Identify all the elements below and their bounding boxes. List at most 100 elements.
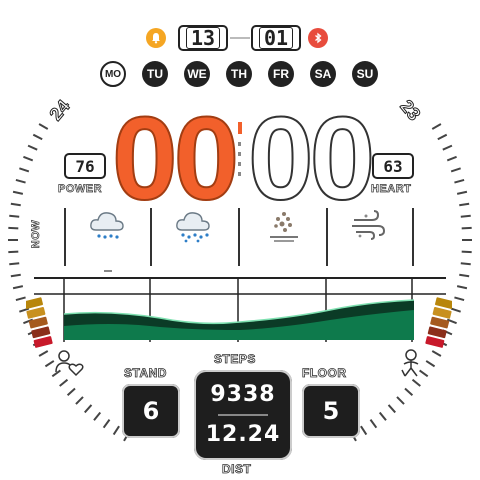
weather-now-label: NOW — [30, 219, 43, 249]
tick-mark — [12, 285, 24, 290]
windy-icon — [352, 210, 386, 240]
tick-mark — [12, 190, 24, 195]
month-value: 01 — [258, 27, 294, 49]
tick-mark — [27, 144, 38, 151]
left-battery-gauge — [26, 297, 53, 348]
tick-mark — [23, 155, 34, 162]
tick-mark — [425, 360, 436, 368]
tick-mark — [66, 387, 76, 396]
colon-dot-3 — [238, 162, 241, 166]
tick-mark — [360, 425, 368, 436]
tick-mark — [461, 250, 472, 254]
colon-top — [238, 122, 242, 134]
tick-mark — [9, 262, 20, 266]
tick-mark — [84, 404, 93, 414]
time-minutes: 00 — [247, 93, 376, 225]
distance-value: 12.24 — [205, 422, 281, 447]
weekday-row: MO TU WE TH FR SA SU — [100, 61, 384, 87]
tick-mark — [32, 133, 43, 141]
tick-mark — [15, 178, 26, 184]
tick-mark — [460, 214, 471, 218]
tick-mark — [454, 178, 465, 184]
weekday-mo: MO — [100, 61, 126, 87]
tick-mark — [9, 214, 20, 218]
heart-value: 63 — [383, 156, 403, 176]
power-label: POWER — [58, 183, 103, 196]
colon-dot-2 — [238, 152, 241, 156]
heart-box[interactable]: 63 — [372, 153, 414, 179]
tick-mark — [460, 262, 471, 266]
tick-mark — [59, 378, 69, 387]
tick-mark — [456, 190, 468, 195]
steps-label: STEPS — [214, 352, 256, 367]
steps-distance-box[interactable]: 9338 12.24 — [194, 370, 292, 460]
weather-divider — [326, 208, 328, 266]
stand-label: STAND — [124, 366, 167, 381]
rain-cloud-icon — [90, 212, 124, 239]
tick-mark — [8, 226, 19, 230]
tick-mark — [450, 307, 461, 313]
tick-mark — [44, 360, 55, 368]
heavy-rain-cloud-icon — [176, 212, 210, 243]
tick-mark — [93, 411, 102, 421]
tick-mark — [75, 396, 84, 405]
power-value: 76 — [75, 156, 95, 176]
tick-mark — [102, 419, 111, 429]
bluetooth-icon[interactable] — [308, 28, 328, 48]
tick-mark — [10, 273, 21, 278]
tick-mark — [442, 144, 453, 151]
tick-mark — [437, 133, 448, 141]
month-display: 01 — [251, 25, 301, 51]
weather-divider — [412, 208, 414, 266]
activity-graph — [34, 277, 446, 342]
tick-mark — [404, 387, 414, 396]
weekday-fr: FR — [268, 61, 294, 87]
tick-mark — [459, 202, 470, 207]
tick-mark — [15, 296, 26, 302]
weekday-su: SU — [352, 61, 378, 87]
stand-box[interactable]: 6 — [122, 384, 180, 438]
power-box[interactable]: 76 — [64, 153, 106, 179]
steps-value: 9338 — [210, 382, 276, 407]
floor-box[interactable]: 5 — [302, 384, 360, 438]
tick-mark — [459, 273, 470, 278]
date-value: 13 — [185, 27, 221, 49]
tick-mark — [10, 202, 21, 207]
tick-mark — [461, 226, 472, 230]
time-hours: 00 — [111, 93, 240, 225]
distance-label: DIST — [222, 462, 252, 477]
tick-mark — [456, 285, 468, 290]
tick-mark — [8, 250, 19, 254]
alarm-icon[interactable] — [146, 28, 166, 48]
floor-value: 5 — [322, 397, 340, 425]
weather-divider — [150, 208, 152, 266]
tick-mark — [431, 123, 442, 130]
weather-divider — [64, 208, 66, 266]
weekday-we: WE — [184, 61, 210, 87]
dust-icon — [270, 212, 298, 242]
tick-mark — [396, 396, 405, 405]
floor-label: FLOOR — [302, 366, 347, 381]
user-heart-icon[interactable] — [54, 348, 86, 378]
weekday-tu: TU — [142, 61, 168, 87]
running-person-icon[interactable] — [396, 348, 426, 380]
colon-dot-4 — [238, 172, 241, 176]
tick-mark — [19, 167, 30, 173]
tick-mark — [112, 425, 120, 436]
tick-mark — [454, 296, 465, 302]
tick-mark — [369, 419, 378, 429]
right-heart-gauge — [425, 297, 452, 348]
weather-divider — [238, 208, 240, 266]
date-display: 13 — [178, 25, 228, 51]
date-separator — [230, 37, 250, 39]
steps-divider — [218, 414, 268, 416]
tick-mark — [38, 123, 49, 130]
heart-label: HEART — [371, 183, 412, 196]
weekday-sa: SA — [310, 61, 336, 87]
tick-mark — [446, 155, 457, 162]
colon-dot-1 — [238, 142, 241, 146]
tick-mark — [378, 411, 387, 421]
stand-value: 6 — [142, 397, 160, 425]
weekday-th: TH — [226, 61, 252, 87]
tick-mark — [450, 167, 461, 173]
